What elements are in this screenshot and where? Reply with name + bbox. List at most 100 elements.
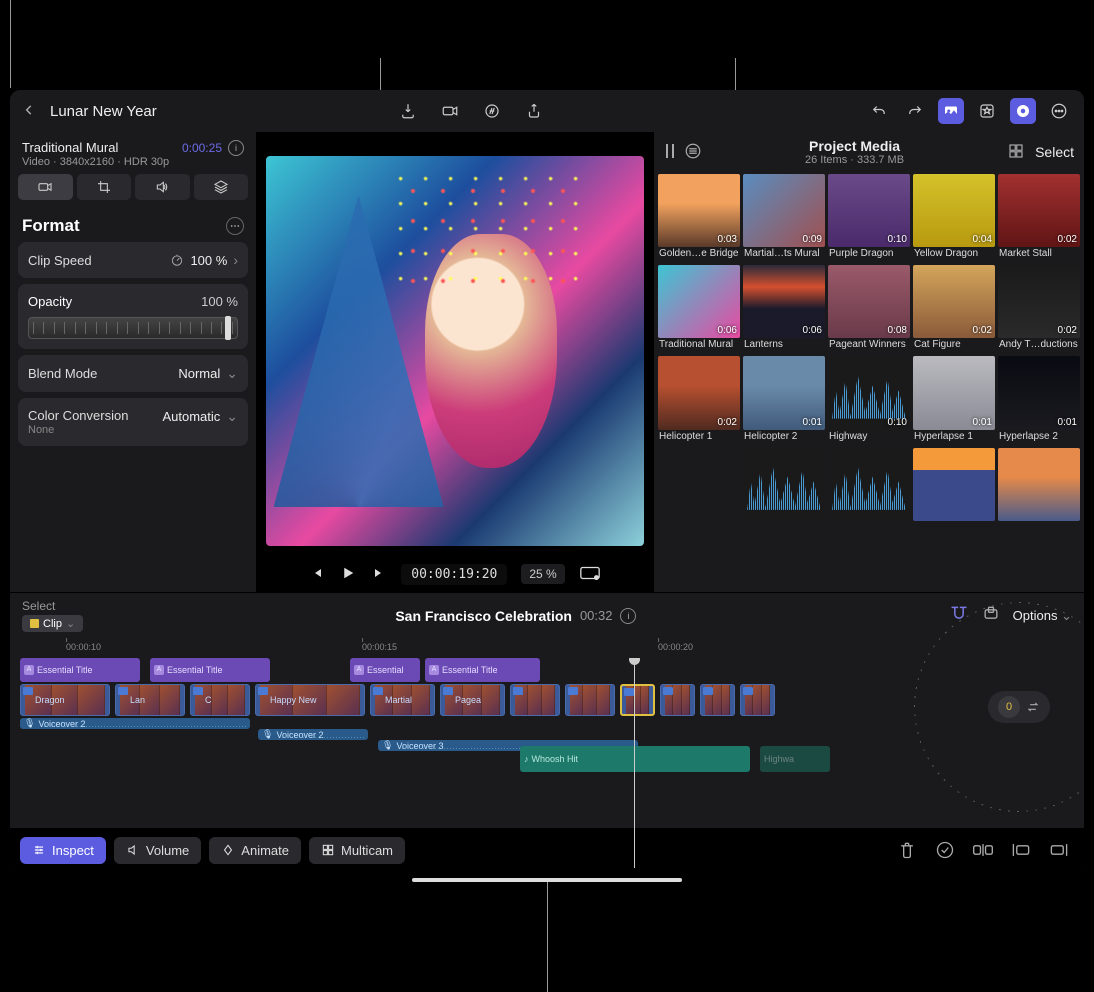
media-item[interactable]: 0:01Helicopter 2 [743, 356, 825, 444]
title-clip[interactable]: AEssential [350, 658, 420, 682]
timeline-info-icon[interactable]: i [620, 608, 636, 624]
timeline-duration: 00:32 [580, 608, 613, 623]
split-icon[interactable] [968, 835, 998, 865]
viewer-zoom[interactable]: 25 % [521, 564, 564, 584]
media-label: Pageant Winners [828, 338, 910, 353]
redo-icon[interactable] [902, 98, 928, 124]
inspect-button[interactable]: Inspect [20, 837, 106, 864]
swap-icon [1026, 700, 1040, 714]
video-clip[interactable]: Martial [370, 684, 435, 716]
top-toolbar: Lunar New Year [10, 90, 1084, 132]
media-item[interactable]: 0:10Highway [828, 356, 910, 444]
share-icon[interactable] [521, 98, 547, 124]
media-duration: 0:06 [718, 325, 737, 336]
trash-icon[interactable] [892, 835, 922, 865]
title-clip[interactable]: AEssential Title [20, 658, 140, 682]
select-button[interactable]: Select [1035, 144, 1074, 160]
media-item[interactable]: 0:04Yellow Dragon [913, 174, 995, 262]
camera-icon[interactable] [437, 98, 463, 124]
prev-frame-icon[interactable] [309, 565, 325, 584]
viewer-canvas[interactable] [266, 156, 644, 546]
video-clip[interactable]: C [190, 684, 250, 716]
enable-clip-icon[interactable] [930, 835, 960, 865]
media-duration: 0:04 [973, 234, 992, 245]
voiceover-icon[interactable] [479, 98, 505, 124]
format-more-icon[interactable]: ⋯ [226, 217, 244, 235]
chevron-updown-icon: ⌄ [226, 408, 238, 425]
video-clip[interactable] [740, 684, 775, 716]
list-icon[interactable] [684, 142, 702, 163]
media-item[interactable] [998, 448, 1080, 521]
next-frame-icon[interactable] [371, 565, 387, 584]
filter-icon[interactable] [664, 144, 676, 161]
video-clip[interactable] [700, 684, 735, 716]
media-item[interactable]: 0:09Martial…ts Mural [743, 174, 825, 262]
opacity-slider[interactable] [28, 317, 238, 339]
fx-clip[interactable]: Highwa [760, 746, 830, 772]
inspector-tab-audio[interactable] [135, 174, 190, 200]
back-icon[interactable] [22, 103, 36, 120]
media-item[interactable]: 0:01Hyperlapse 2 [998, 356, 1080, 444]
media-item[interactable]: 0:08 Pageant Winners [828, 265, 910, 353]
volume-button[interactable]: Volume [114, 837, 201, 864]
sidebar-toggle-icon[interactable] [1010, 98, 1036, 124]
timeline-ruler[interactable]: 00:00:10 00:00:15 00:00:20 [10, 638, 1084, 658]
info-icon[interactable]: i [228, 140, 244, 156]
media-item[interactable]: 0:02Cat Figure [913, 265, 995, 353]
import-icon[interactable] [395, 98, 421, 124]
voiceover-clip[interactable]: 🎙Voiceover 2 [258, 729, 368, 740]
media-label: Andy T…ductions [998, 338, 1080, 353]
media-item[interactable]: 0:02Market Stall [998, 174, 1080, 262]
media-item[interactable] [913, 448, 995, 521]
media-browser: Project Media 26 Items · 333.7 MB Select… [654, 132, 1084, 592]
voiceover-clip[interactable]: 🎙Voiceover 2 [20, 718, 250, 729]
play-icon[interactable] [339, 564, 357, 585]
inspector-tab-crop[interactable] [77, 174, 132, 200]
timeline-cliptag[interactable]: Clip⌄ [22, 615, 83, 632]
inspector-tab-layers[interactable] [194, 174, 249, 200]
video-clip[interactable] [565, 684, 615, 716]
media-item[interactable]: 0:02 Andy T…ductions [998, 265, 1080, 353]
video-clip[interactable]: Pagea [440, 684, 505, 716]
media-duration: 0:08 [888, 325, 907, 336]
viewer-timecode[interactable]: 00:00:19:20 [401, 564, 507, 585]
undo-icon[interactable] [866, 98, 892, 124]
blend-mode-row[interactable]: Blend Mode Normal⌄ [18, 355, 248, 392]
fx-clip[interactable]: ♪Whoosh Hit [520, 746, 750, 772]
color-conversion-row[interactable]: Color Conversion None Automatic⌄ [18, 398, 248, 446]
inspector-tab-video[interactable] [18, 174, 73, 200]
media-item[interactable] [743, 448, 825, 521]
media-item[interactable]: 0:01Hyperlapse 1 [913, 356, 995, 444]
media-item[interactable]: 0:10Purple Dragon [828, 174, 910, 262]
project-title: Lunar New Year [50, 103, 157, 120]
video-clip[interactable] [620, 684, 655, 716]
media-duration: 0:02 [1058, 325, 1077, 336]
media-duration: 0:02 [973, 325, 992, 336]
view-options-icon[interactable] [579, 565, 601, 584]
video-clip[interactable]: Happy New [255, 684, 365, 716]
media-item[interactable] [828, 448, 910, 521]
effects-icon[interactable] [974, 98, 1000, 124]
media-label: Purple Dragon [828, 247, 910, 262]
trim-end-icon[interactable] [1044, 835, 1074, 865]
media-item[interactable]: 0:06Lanterns [743, 265, 825, 353]
media-item[interactable]: 0:03Golden…e Bridge [658, 174, 740, 262]
more-icon[interactable] [1046, 98, 1072, 124]
playhead[interactable] [634, 658, 635, 868]
title-clip[interactable]: AEssential Title [150, 658, 270, 682]
multicam-button[interactable]: Multicam [309, 837, 405, 864]
browser-toggle-icon[interactable] [938, 98, 964, 124]
media-item[interactable]: 0:06Traditional Mural [658, 265, 740, 353]
video-clip[interactable]: Dragon [20, 684, 110, 716]
video-clip[interactable] [660, 684, 695, 716]
timeline-select-label[interactable]: Select [22, 599, 83, 613]
video-clip[interactable]: Lan [115, 684, 185, 716]
title-clip[interactable]: AEssential Title [425, 658, 540, 682]
trim-start-icon[interactable] [1006, 835, 1036, 865]
media-item[interactable]: 0:02Helicopter 1 [658, 356, 740, 444]
clip-speed-row[interactable]: Clip Speed 100 % › [18, 242, 248, 278]
grid-view-icon[interactable] [1007, 142, 1025, 163]
media-label: Hyperlapse 2 [998, 430, 1080, 445]
video-clip[interactable] [510, 684, 560, 716]
animate-button[interactable]: Animate [209, 837, 301, 864]
